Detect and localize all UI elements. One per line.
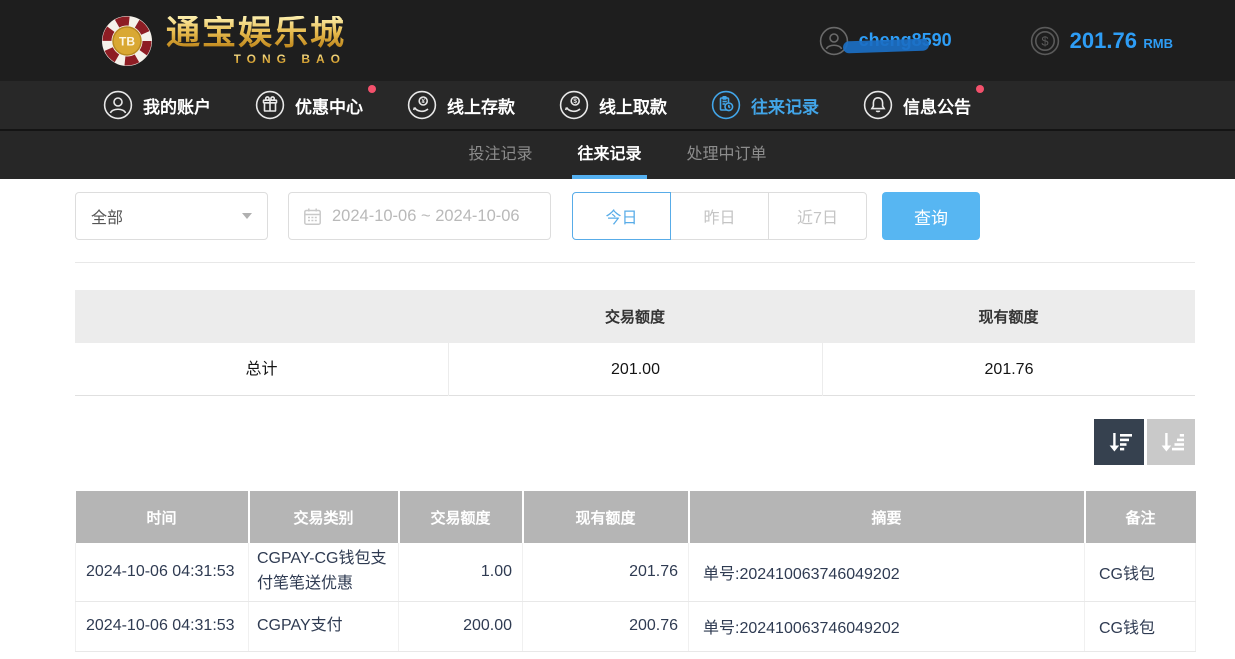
svg-text:¥: ¥ <box>421 98 425 105</box>
main-content: 全部 2024-10-06 ~ 2024-10-06 今日 昨日 近7日 查询 <box>0 192 1235 652</box>
header-note: 备注 <box>1084 491 1196 543</box>
header-amount: 交易额度 <box>398 491 524 543</box>
gift-icon <box>255 90 285 120</box>
cell-time: 2024-10-06 04:31:53 <box>75 601 249 652</box>
header-time: 时间 <box>75 491 250 543</box>
brand-name: 通宝娱乐城 <box>166 12 346 53</box>
nav-item-my-account[interactable]: 我的账户 <box>103 90 211 120</box>
top-header: TB 通宝娱乐城 TONG BAO cheng8590 $ <box>0 0 1235 81</box>
quick-btn-today[interactable]: 今日 <box>572 192 671 240</box>
records-icon <box>711 90 741 120</box>
sort-ascending-button[interactable] <box>1147 419 1195 465</box>
svg-text:$: $ <box>573 98 577 105</box>
notification-dot <box>976 85 984 93</box>
nav-item-withdraw[interactable]: $ 线上取款 <box>559 90 667 120</box>
header-summary: 摘要 <box>688 491 1086 543</box>
brand-subtitle: TONG BAO <box>233 51 346 66</box>
summary-current-total: 201.76 <box>822 343 1195 396</box>
nav-label: 我的账户 <box>143 97 211 117</box>
summary-total-row: 总计 201.00 201.76 <box>75 343 1195 396</box>
type-select[interactable]: 全部 <box>75 192 268 240</box>
nav-label: 优惠中心 <box>295 97 363 117</box>
summary-total-label: 总计 <box>245 361 278 378</box>
summary-header-row: 交易额度 现有额度 <box>75 290 1195 343</box>
summary-table: 交易额度 现有额度 总计 201.00 201.76 <box>75 290 1195 396</box>
quick-btn-last7days[interactable]: 近7日 <box>768 192 867 240</box>
summary-header-current: 现有额度 <box>978 309 1039 326</box>
cell-balance: 201.76 <box>522 543 689 602</box>
cell-summary: 单号:202410063746049202 <box>688 543 1085 602</box>
quick-date-group: 今日 昨日 近7日 <box>572 192 867 240</box>
user-account[interactable]: cheng8590 <box>819 26 952 56</box>
table-header-row: 时间 交易类别 交易额度 现有额度 摘要 备注 <box>75 491 1196 543</box>
divider <box>75 262 1195 263</box>
cell-note: CG钱包 <box>1084 601 1196 652</box>
cell-note: CG钱包 <box>1084 543 1196 602</box>
svg-text:$: $ <box>1041 33 1049 48</box>
quick-btn-yesterday[interactable]: 昨日 <box>670 192 769 240</box>
sub-tabs: 投注记录 往来记录 处理中订单 <box>0 131 1235 179</box>
deposit-icon: ¥ <box>407 90 437 120</box>
calendar-icon <box>304 208 321 225</box>
header-type: 交易类别 <box>248 491 400 543</box>
cell-balance: 200.76 <box>522 601 689 652</box>
table-row: 2024-10-06 04:31:53 CGPAY-CG钱包支付笔笔送优惠 1.… <box>75 543 1196 602</box>
bell-icon <box>863 90 893 120</box>
cell-amount: 1.00 <box>398 543 523 602</box>
cell-type: CGPAY支付 <box>248 601 399 652</box>
cell-time: 2024-10-06 04:31:53 <box>75 543 249 602</box>
nav-item-announcements[interactable]: 信息公告 <box>863 85 984 120</box>
cell-amount: 200.00 <box>398 601 523 652</box>
balance-currency: RMB <box>1143 35 1173 51</box>
balance-display[interactable]: $ 201.76 RMB <box>1030 26 1173 56</box>
sort-descending-button[interactable] <box>1094 419 1144 465</box>
nav-item-transaction-records[interactable]: 往来记录 <box>711 90 819 120</box>
header-balance: 现有额度 <box>522 491 690 543</box>
type-select-value: 全部 <box>91 210 124 227</box>
brand-logo[interactable]: TB 通宝娱乐城 TONG BAO <box>100 14 346 68</box>
nav-label: 往来记录 <box>751 97 819 117</box>
table-row: 2024-10-06 04:31:53 CGPAY支付 200.00 200.7… <box>75 601 1196 652</box>
main-nav: 我的账户 优惠中心 ¥ 线上存款 $ 线上取款 往来记录 信息公告 <box>0 81 1235 131</box>
sort-controls <box>75 419 1195 465</box>
balance-amount: 201.76 <box>1069 27 1137 53</box>
filter-row: 全部 2024-10-06 ~ 2024-10-06 今日 昨日 近7日 查询 <box>75 192 1195 240</box>
nav-item-promotions[interactable]: 优惠中心 <box>255 85 376 120</box>
poker-chip-icon: TB <box>102 15 152 66</box>
nav-label: 线上存款 <box>447 97 515 117</box>
date-range-input[interactable]: 2024-10-06 ~ 2024-10-06 <box>288 192 551 240</box>
transactions-table: 时间 交易类别 交易额度 现有额度 摘要 备注 2024-10-06 04:31… <box>75 491 1196 652</box>
search-button[interactable]: 查询 <box>882 192 980 240</box>
user-icon <box>103 90 133 120</box>
date-range-value: 2024-10-06 ~ 2024-10-06 <box>332 206 520 225</box>
tab-transaction-records[interactable]: 往来记录 <box>572 131 647 179</box>
cell-type: CGPAY-CG钱包支付笔笔送优惠 <box>248 543 399 602</box>
summary-transaction-total: 201.00 <box>448 343 822 396</box>
coin-icon: $ <box>1030 26 1059 55</box>
withdraw-icon: $ <box>559 90 589 120</box>
summary-header-transaction: 交易额度 <box>604 309 665 326</box>
redaction-scribble <box>842 38 929 54</box>
tab-betting-records[interactable]: 投注记录 <box>468 131 532 179</box>
sort-descending-icon <box>1109 433 1132 452</box>
nav-label: 线上取款 <box>599 97 667 117</box>
tab-pending-orders[interactable]: 处理中订单 <box>687 131 767 179</box>
sort-ascending-icon <box>1161 433 1184 452</box>
cell-summary: 单号:202410063746049202 <box>688 601 1085 652</box>
nav-label: 信息公告 <box>903 97 971 117</box>
nav-item-deposit[interactable]: ¥ 线上存款 <box>407 90 515 120</box>
chip-label: TB <box>119 34 135 48</box>
notification-dot <box>368 85 376 93</box>
chevron-down-icon <box>242 213 252 219</box>
